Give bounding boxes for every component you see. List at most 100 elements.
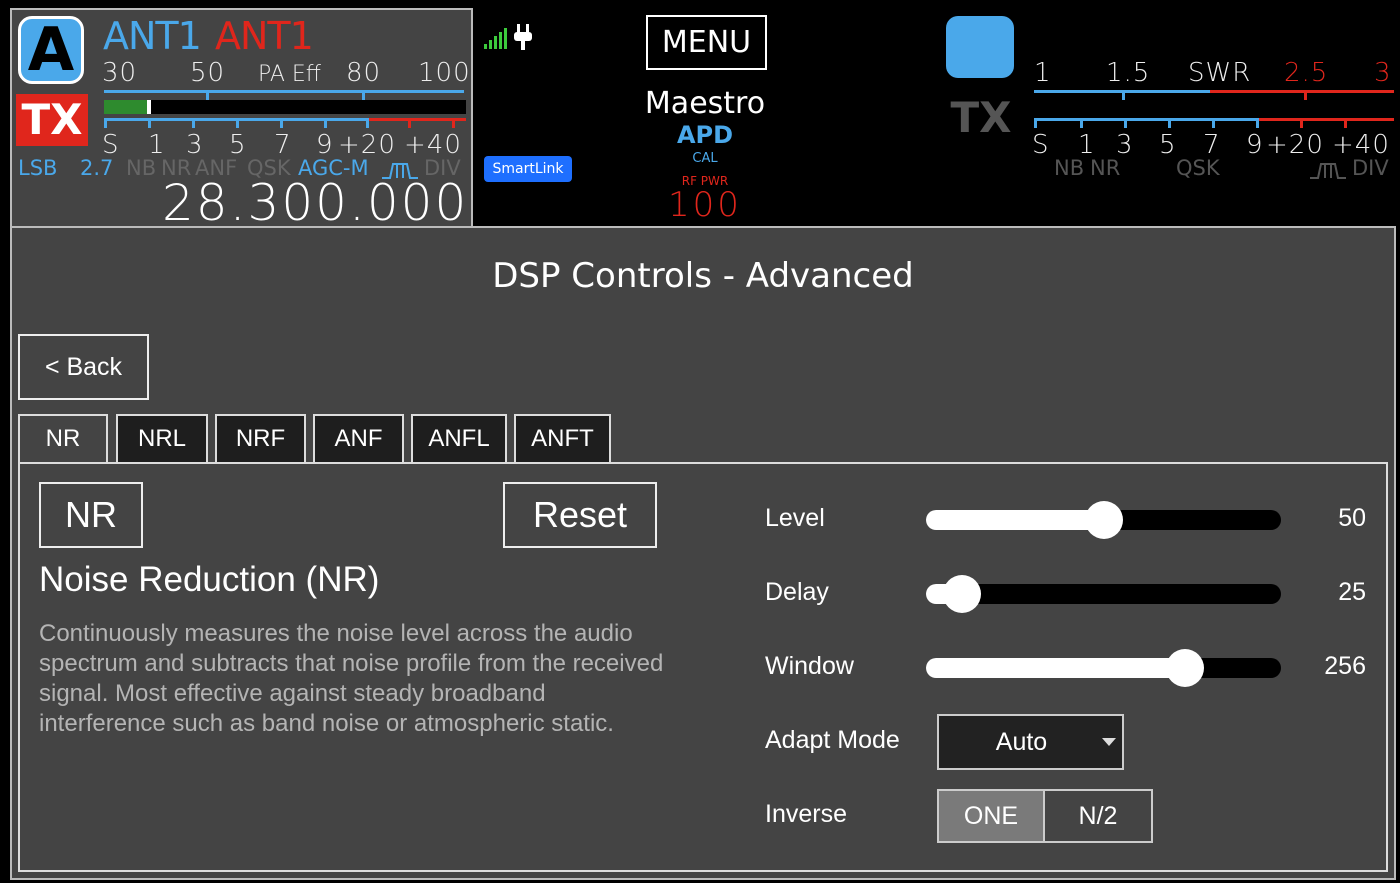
pa-scale-50: 50 — [190, 58, 226, 88]
scale-tick — [1304, 90, 1307, 100]
slice-b-badge[interactable] — [946, 16, 1014, 78]
adapt-mode-value: Auto — [995, 728, 1048, 756]
scale-tick — [1122, 90, 1125, 100]
scale-tick — [366, 118, 369, 128]
scale-tick — [408, 118, 411, 128]
scale-tick — [1034, 118, 1037, 128]
flag-nb[interactable]: NB — [1054, 156, 1084, 180]
rx-antenna[interactable]: ANT1 — [103, 14, 202, 58]
swr-scale-1-5: 1.5 — [1106, 58, 1151, 88]
pa-scale-100: 100 — [418, 58, 471, 88]
rf-power-value[interactable]: 100 — [600, 185, 810, 225]
level-meter-fill — [104, 100, 148, 114]
level-meter-peak — [147, 100, 152, 114]
scale-tick — [1344, 118, 1347, 128]
tab-nr[interactable]: NR — [18, 414, 108, 466]
inverse-option-one[interactable]: ONE — [939, 791, 1045, 841]
slice-b-tx-badge[interactable]: TX — [944, 92, 1018, 144]
flag-qsk[interactable]: QSK — [1176, 156, 1220, 180]
menu-button[interactable]: MENU — [646, 15, 767, 70]
window-value: 256 — [1324, 652, 1366, 680]
s-scale-line — [1034, 118, 1256, 121]
slider-fill — [926, 510, 1104, 530]
slider-knob[interactable] — [942, 575, 981, 613]
pa-scale-80: 80 — [346, 58, 382, 88]
slice-a-badge[interactable]: A — [18, 16, 84, 84]
swr-scale-1: 1 — [1034, 58, 1052, 88]
inverse-label: Inverse — [765, 800, 847, 828]
back-button[interactable]: < Back — [18, 334, 149, 400]
tab-nrf[interactable]: NRF — [215, 414, 306, 464]
adapt-mode-select[interactable]: Auto — [937, 714, 1124, 770]
scale-tick — [1256, 118, 1259, 128]
pa-scale-30: 30 — [102, 58, 138, 88]
s-scale-s: S — [1032, 130, 1050, 160]
apd-label[interactable]: APD — [600, 121, 810, 149]
s-scale-5: 5 — [1159, 130, 1177, 160]
window-slider[interactable] — [926, 649, 1281, 687]
s-scale-over-line — [1256, 118, 1394, 121]
scale-tick — [1212, 118, 1215, 128]
adapt-mode-label: Adapt Mode — [765, 726, 900, 754]
tab-content: NR Reset Noise Reduction (NR) Continuous… — [18, 462, 1388, 872]
flag-nr[interactable]: NR — [1090, 156, 1120, 180]
s-scale-9: 9 — [1246, 130, 1264, 160]
filter-shape-icon — [1310, 163, 1346, 179]
scale-tick — [192, 118, 195, 128]
tab-anf[interactable]: ANF — [313, 414, 404, 464]
slider-knob[interactable] — [1084, 501, 1123, 539]
scale-tick — [1124, 118, 1127, 128]
delay-value: 25 — [1338, 578, 1366, 606]
pa-scale-line — [104, 90, 464, 93]
pa-scale-label: PA Eff — [258, 62, 321, 87]
delay-label: Delay — [765, 578, 829, 606]
swr-scale-over-line — [1210, 90, 1394, 93]
flag-nb[interactable]: NB — [126, 156, 156, 180]
tab-anft[interactable]: ANFT — [514, 414, 611, 464]
dsp-controls-panel: DSP Controls - Advanced < Back NR NRL NR… — [10, 226, 1396, 880]
scale-tick — [148, 118, 151, 128]
bandwidth-label[interactable]: 2.7 — [80, 156, 113, 180]
chevron-down-icon — [1102, 738, 1116, 746]
slice-a-panel[interactable]: A TX ANT1 ANT1 30 50 PA Eff 80 100 S 1 3… — [10, 8, 473, 232]
delay-slider[interactable] — [926, 575, 1281, 613]
plug-icon — [514, 24, 532, 50]
s-scale-plus20: +20 — [1266, 130, 1324, 160]
nr-toggle-button[interactable]: NR — [39, 482, 143, 548]
feature-description: Continuously measures the noise level ac… — [39, 620, 664, 737]
scale-tick — [280, 118, 283, 128]
flag-div[interactable]: DIV — [1352, 156, 1389, 180]
level-meter — [104, 100, 466, 114]
mode-label[interactable]: LSB — [18, 156, 57, 180]
swr-meter — [1034, 100, 1394, 114]
feature-title: Noise Reduction (NR) — [39, 560, 380, 599]
cal-label: CAL — [692, 151, 718, 166]
tx-antenna[interactable]: ANT1 — [215, 14, 314, 58]
tab-anfl[interactable]: ANFL — [411, 414, 507, 464]
smartlink-badge[interactable]: SmartLink — [484, 156, 572, 182]
slider-knob[interactable] — [1166, 649, 1205, 687]
device-name: Maestro — [644, 86, 766, 121]
reset-button[interactable]: Reset — [503, 482, 657, 548]
slider-fill — [926, 658, 1186, 678]
level-value: 50 — [1338, 504, 1366, 532]
swr-scale-label: SWR — [1188, 58, 1252, 88]
scale-tick — [452, 118, 455, 128]
scale-tick — [324, 118, 327, 128]
window-label: Window — [765, 652, 854, 680]
scale-tick — [206, 90, 209, 100]
scale-tick — [236, 118, 239, 128]
scale-tick — [104, 118, 107, 128]
level-slider[interactable] — [926, 501, 1281, 539]
scale-tick — [1080, 118, 1083, 128]
page-title: DSP Controls - Advanced — [492, 256, 914, 296]
slice-a-tx-badge[interactable]: TX — [16, 94, 88, 146]
frequency-display[interactable]: 28.300.000 — [162, 174, 468, 232]
tab-nrl[interactable]: NRL — [116, 414, 208, 464]
scale-tick — [362, 90, 365, 100]
slice-letter: A — [27, 15, 75, 85]
swr-scale-2-5: 2.5 — [1284, 58, 1329, 88]
inverse-segmented-control: ONE N/2 — [937, 789, 1153, 843]
scale-tick — [1300, 118, 1303, 128]
inverse-option-n2[interactable]: N/2 — [1045, 791, 1151, 841]
